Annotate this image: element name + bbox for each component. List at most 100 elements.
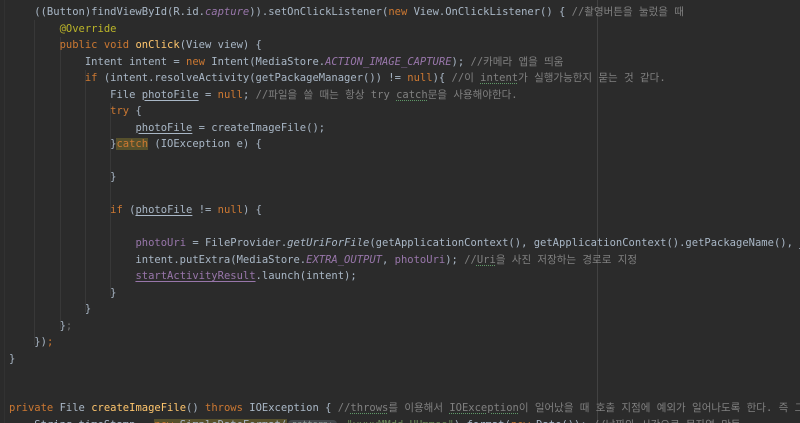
code-token-def: ( [122, 204, 136, 216]
code-line[interactable]: if (photoFile != null) { [9, 202, 800, 219]
code-token-def: IOException { [242, 402, 338, 414]
code-token-smeth: getUriForFile [287, 237, 370, 249]
code-token-cmtu: throws [350, 402, 389, 414]
code-token-mdecl: onClick [135, 39, 180, 51]
code-line[interactable]: ((Button)findViewById(R.id.capture)).set… [9, 4, 800, 21]
code-token-def: ).format( [454, 419, 511, 423]
code-token-def [9, 237, 135, 249]
code-token-def: Intent intent = [9, 55, 187, 68]
code-token-cmt: 를 이용해서 [388, 402, 450, 414]
code-line[interactable]: } [9, 169, 800, 186]
code-token-def: = createImageFile(); [192, 121, 326, 134]
code-token-defu: photoFile [141, 88, 199, 101]
code-token-cmt: 문을 사용해야한다. [427, 88, 518, 101]
code-token-def: } [9, 352, 16, 365]
code-token-def [9, 72, 85, 84]
code-token-defhl: SimpleDateFormat( [173, 418, 288, 423]
code-line[interactable]: try { [9, 103, 800, 120]
code-token-sfield: EXTRA_OUTPUT [306, 253, 382, 266]
code-line[interactable]: if (intent.resolveActivity(getPackageMan… [9, 70, 800, 87]
code-token-cmt: //카메라 앱을 띄움 [470, 55, 564, 68]
code-token-def: ); [445, 253, 465, 266]
code-token-def: ) { [242, 204, 262, 216]
code-line[interactable] [9, 219, 800, 236]
code-token-kw: null [407, 72, 433, 84]
code-token-def: } [9, 286, 117, 299]
code-line[interactable]: } [9, 351, 800, 368]
code-token-defu: photoFile [135, 121, 193, 134]
code-line[interactable] [9, 186, 800, 203]
code-token-kw: public void [59, 39, 136, 51]
code-line[interactable] [9, 367, 800, 384]
code-token-dim: ; [65, 319, 73, 332]
code-token-def: (IOException e) { [148, 138, 262, 150]
code-token-def: = FileProvider. [186, 237, 288, 249]
code-token-def: } [9, 138, 117, 150]
code-line[interactable]: } [9, 301, 800, 318]
code-token-def [9, 105, 110, 117]
code-line[interactable]: public void onClick(View view) { [9, 37, 800, 54]
code-token-cmt: 이 일어났을 때 호출 지점에 예외가 일어나도록 한다. 즉 그래 [518, 402, 800, 414]
code-line[interactable]: }; [9, 318, 800, 335]
code-line[interactable]: String timeStamp = new SimpleDateFormat(… [9, 417, 800, 423]
code-token-cmt: // [464, 253, 477, 266]
code-token-def: ){ [432, 72, 452, 84]
code-line[interactable]: intent.putExtra(MediaStore.EXTRA_OUTPUT,… [9, 252, 800, 269]
code-token-cmtu: catch [396, 88, 428, 101]
code-line[interactable] [9, 384, 800, 401]
code-token-kw: new [186, 55, 205, 68]
code-token-kw: null [217, 88, 243, 101]
code-line[interactable]: Intent intent = new Intent(MediaStore.AC… [9, 54, 800, 71]
code-line[interactable]: photoUri = FileProvider.getUriForFile(ge… [9, 235, 800, 252]
code-token-cmtu: Uri [476, 253, 496, 266]
code-line[interactable]: startActivityResult.launch(intent); [9, 268, 800, 285]
code-token-def: )).setOnClickListener( [249, 6, 389, 18]
code-token-def [9, 270, 135, 282]
code-token-cmt: 가 실행가능한지 묻는 것 같다. [518, 72, 666, 84]
code-token-def: ; [242, 88, 256, 101]
code-token-kw: throws [205, 402, 243, 414]
code-token-def: } [9, 303, 92, 315]
code-editor[interactable]: ((Button)findViewById(R.id.capture)).set… [0, 0, 800, 423]
code-line[interactable]: photoFile = createImageFile(); [9, 120, 800, 137]
code-token-sfield: ACTION_IMAGE_CAPTURE [325, 55, 452, 68]
code-token-def [9, 23, 60, 35]
code-token-def: String timeStamp = [9, 419, 154, 423]
code-token-kw: private [9, 402, 54, 414]
code-token-def [9, 122, 135, 134]
code-token-kw: null [217, 204, 243, 216]
code-token-cmt: //파일을 쓸 때는 항상 try [255, 88, 397, 101]
code-token-def: (View view) { [179, 39, 262, 51]
code-token-def [9, 204, 110, 216]
code-token-cmt: //이 [451, 72, 481, 84]
code-token-str: "yyyyMMdd_HHmmss" [346, 419, 453, 423]
code-line[interactable]: }); [9, 334, 800, 351]
code-lines[interactable]: ((Button)findViewById(R.id.capture)).set… [0, 0, 800, 423]
code-token-cmt: 을 사진 저장하는 경로로 지정 [495, 253, 638, 266]
code-token-kwhl: new [154, 418, 174, 423]
code-token-kw: new [511, 419, 530, 423]
code-line[interactable] [9, 153, 800, 170]
code-token-def: { [129, 105, 142, 117]
code-token-def: != [192, 204, 218, 216]
code-token-ann: @Override [59, 22, 117, 35]
code-token-def: = [198, 88, 218, 101]
code-token-def: () [186, 402, 205, 414]
code-token-def: File [53, 402, 92, 414]
code-token-kw: if [110, 204, 123, 216]
code-line[interactable]: File photoFile = null; //파일을 쓸 때는 항상 try… [9, 87, 800, 104]
code-token-sfield: capture [204, 6, 250, 18]
code-token-kw: ; [46, 336, 54, 348]
code-line[interactable]: }catch (IOException e) { [9, 136, 800, 153]
code-token-kw: if [84, 72, 98, 84]
parameter-hint-chip: pattern: [288, 419, 338, 423]
code-token-mdecl: createImageFile [91, 402, 187, 414]
code-token-def: }) [9, 336, 47, 348]
code-token-def: (intent.resolveActivity(getPackageManage… [97, 72, 408, 84]
code-token-def: .launch(intent); [255, 270, 357, 282]
code-line[interactable]: } [9, 285, 800, 302]
code-line[interactable]: private File createImageFile() throws IO… [9, 400, 800, 417]
code-line[interactable]: @Override [9, 21, 800, 38]
code-token-field: photoUri [394, 253, 446, 266]
code-token-kwhl: catch [116, 138, 149, 150]
